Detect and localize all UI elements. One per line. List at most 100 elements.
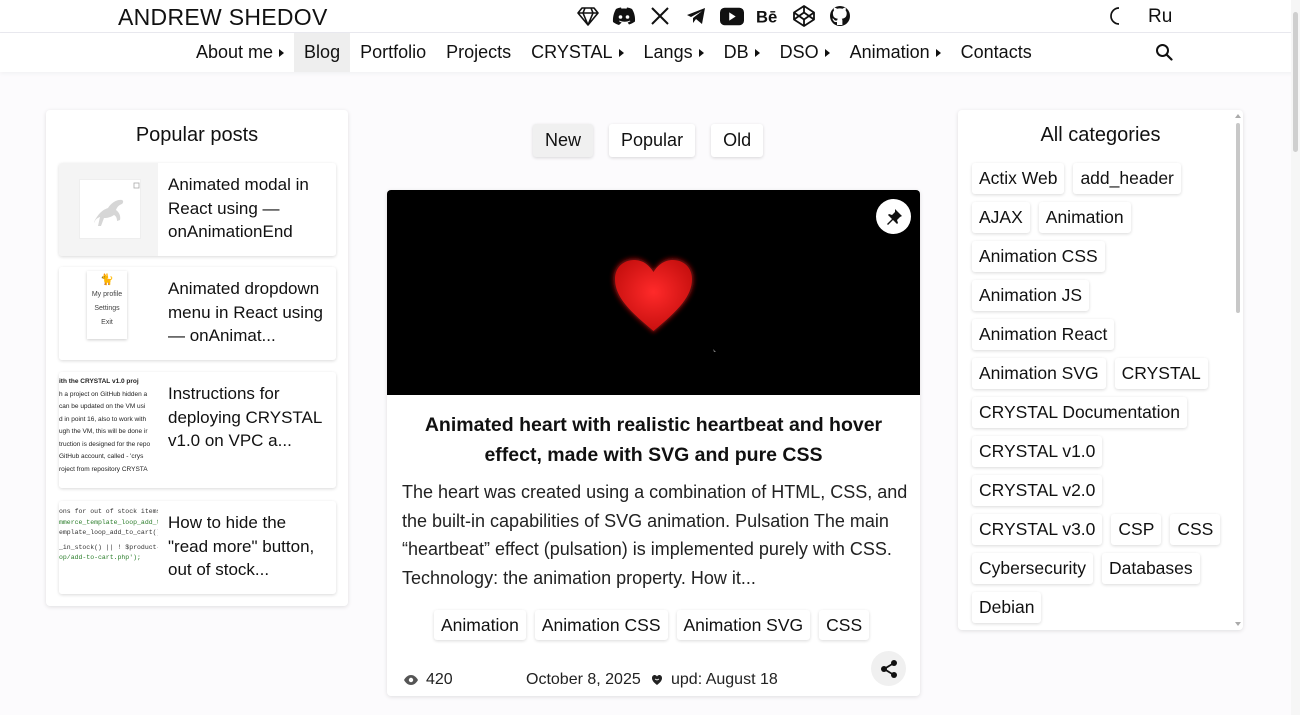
svg-text:Bē: Bē bbox=[756, 7, 777, 25]
categories-panel: All categories Actix Web add_header AJAX An… bbox=[958, 110, 1243, 630]
post-tag[interactable]: Animation bbox=[434, 610, 526, 640]
post-thumbnail bbox=[59, 163, 158, 256]
category-tag[interactable]: CRYSTAL bbox=[1114, 358, 1208, 389]
popular-post[interactable]: Animated modal in React using — onAnimat… bbox=[59, 163, 336, 256]
scroll-down-icon[interactable] bbox=[1235, 621, 1241, 627]
nav-item-animation[interactable]: Animation bbox=[840, 33, 951, 72]
post-title: How to hide the "read more" button, out … bbox=[168, 513, 315, 579]
category-tag[interactable]: CSS bbox=[1170, 514, 1221, 545]
category-tag[interactable]: Animation CSS bbox=[972, 241, 1105, 272]
gem-icon[interactable] bbox=[576, 5, 600, 27]
discord-icon[interactable] bbox=[612, 5, 636, 27]
thumb-text: truction is designed for the repo bbox=[59, 440, 151, 448]
eye-icon bbox=[404, 675, 418, 685]
post-thumbnail: 🐈 My profile Settings Exit bbox=[59, 267, 158, 360]
views-counter: 420 bbox=[403, 671, 453, 689]
category-tag[interactable]: CSP bbox=[1111, 514, 1162, 545]
popular-post[interactable]: 🐈 My profile Settings Exit Animated drop… bbox=[59, 267, 336, 360]
category-tag[interactable]: Animation SVG bbox=[972, 358, 1106, 389]
share-button[interactable] bbox=[871, 651, 906, 686]
menu-item: My profile bbox=[91, 291, 123, 298]
popular-post[interactable]: ons for out of stock items mmerce_templa… bbox=[59, 501, 336, 594]
nav-item-dso[interactable]: DSO bbox=[770, 33, 840, 72]
nav-item-langs[interactable]: Langs bbox=[634, 33, 714, 72]
popular-posts-panel: Popular posts Animated modal in React us… bbox=[46, 110, 348, 606]
social-links: Bē bbox=[576, 5, 852, 27]
nav-item-label: Portfolio bbox=[360, 42, 427, 62]
nav-item-label: Blog bbox=[304, 42, 341, 62]
thumb-text: can be updated on the VM usi bbox=[59, 403, 146, 410]
category-tag[interactable]: Cybersecurity bbox=[972, 553, 1093, 584]
github-icon[interactable] bbox=[828, 5, 852, 27]
page-scrollbar-thumb[interactable] bbox=[1293, 12, 1298, 152]
thumb-code: mmerce_template_loop_add_t bbox=[59, 518, 158, 526]
featured-post-card: Animated heart with realistic heartbeat … bbox=[387, 190, 920, 696]
nav-item-crystal[interactable]: CRYSTAL bbox=[521, 33, 633, 72]
telegram-icon[interactable] bbox=[684, 5, 708, 27]
scroll-up-icon[interactable] bbox=[1235, 113, 1241, 119]
nav-item-contacts[interactable]: Contacts bbox=[951, 33, 1042, 72]
category-tag[interactable]: Actix Web bbox=[972, 163, 1065, 194]
filter-new-button[interactable]: New bbox=[533, 124, 594, 157]
filter-old-button[interactable]: Old bbox=[711, 124, 764, 157]
post-tag[interactable]: CSS bbox=[819, 610, 870, 640]
nav-item-label: Animation bbox=[849, 42, 930, 62]
popular-posts-title: Popular posts bbox=[135, 124, 259, 146]
category-tag[interactable]: CRYSTAL v1.0 bbox=[972, 436, 1103, 467]
nav-item-label: DSO bbox=[779, 42, 819, 62]
nav-item-about-me[interactable]: About me bbox=[186, 33, 294, 72]
scrollbar-thumb[interactable] bbox=[1236, 123, 1240, 313]
category-tag[interactable]: CRYSTAL v2.0 bbox=[972, 475, 1103, 506]
thumb-code: op/add-to-cart.php'); bbox=[59, 554, 141, 561]
thumb-text: ith the CRYSTAL v1.0 proj bbox=[59, 378, 139, 385]
post-date: October 8, 2025 bbox=[526, 671, 641, 688]
category-tag[interactable]: AJAX bbox=[972, 202, 1030, 233]
caret-right-icon bbox=[754, 48, 760, 57]
category-tag[interactable]: Animation JS bbox=[972, 280, 1090, 311]
language-switch[interactable]: Ru bbox=[1148, 6, 1172, 28]
dropdown-menu-preview: 🐈 My profile Settings Exit bbox=[87, 271, 127, 339]
pinned-post-badge bbox=[876, 199, 911, 234]
category-tag[interactable]: Animation React bbox=[972, 319, 1115, 350]
nav-item-label: CRYSTAL bbox=[531, 42, 613, 62]
codepen-icon[interactable] bbox=[792, 5, 816, 27]
post-thumbnail: ith the CRYSTAL v1.0 proj h a project on… bbox=[59, 372, 158, 488]
thumb-text: h a project on GitHub hidden a bbox=[59, 390, 148, 398]
youtube-icon[interactable] bbox=[720, 5, 744, 27]
behance-icon[interactable]: Bē bbox=[756, 5, 780, 27]
main-navigation: About me Blog Portfolio Projects CRYSTAL Lang… bbox=[0, 33, 1300, 72]
category-tag[interactable]: Animation bbox=[1038, 202, 1131, 233]
nav-item-db[interactable]: DB bbox=[714, 33, 770, 72]
search-icon[interactable] bbox=[1155, 43, 1173, 66]
site-logo-text[interactable]: ANDREW SHEDOV bbox=[118, 4, 328, 31]
post-tag[interactable]: Animation SVG bbox=[676, 610, 811, 640]
category-tag[interactable]: Debian bbox=[972, 592, 1042, 623]
top-bar: ANDREW SHEDOV Bē Ru bbox=[0, 0, 1300, 33]
broken-image-placeholder bbox=[79, 179, 141, 239]
nav-item-portfolio[interactable]: Portfolio bbox=[350, 33, 436, 72]
nav-item-label: Contacts bbox=[960, 42, 1032, 62]
category-tag[interactable]: add_header bbox=[1073, 163, 1181, 194]
thumb-text: GitHub account, called - 'crys bbox=[59, 453, 144, 460]
category-tag[interactable]: CRYSTAL v3.0 bbox=[972, 514, 1103, 545]
post-hero-image[interactable] bbox=[387, 190, 920, 395]
nav-item-projects[interactable]: Projects bbox=[436, 33, 521, 72]
nav-item-blog[interactable]: Blog bbox=[294, 33, 351, 72]
post-tag[interactable]: Animation CSS bbox=[534, 610, 668, 640]
category-tag[interactable]: CRYSTAL Documentation bbox=[972, 397, 1188, 428]
post-tags: Animation Animation CSS Animation SVG CS… bbox=[434, 610, 870, 640]
nav-list: About me Blog Portfolio Projects CRYSTAL Lang… bbox=[186, 33, 1042, 72]
caret-right-icon bbox=[824, 48, 830, 57]
category-tag[interactable]: Databases bbox=[1101, 553, 1200, 584]
avatar: 🐈 bbox=[100, 274, 114, 286]
filter-popular-button[interactable]: Popular bbox=[609, 124, 696, 157]
page-scrollbar[interactable] bbox=[1291, 0, 1300, 715]
popular-post[interactable]: ith the CRYSTAL v1.0 proj h a project on… bbox=[59, 372, 336, 488]
thumb-code: ons for out of stock items bbox=[59, 508, 158, 515]
nav-item-label: Langs bbox=[643, 42, 693, 62]
categories-scrollbar[interactable] bbox=[1235, 113, 1241, 629]
thumb-text: roject from repository CRYSTA bbox=[59, 465, 148, 473]
post-title[interactable]: Animated heart with realistic heartbeat … bbox=[407, 410, 900, 470]
x-icon[interactable] bbox=[648, 5, 672, 27]
dark-mode-toggle-icon[interactable] bbox=[1108, 6, 1128, 31]
